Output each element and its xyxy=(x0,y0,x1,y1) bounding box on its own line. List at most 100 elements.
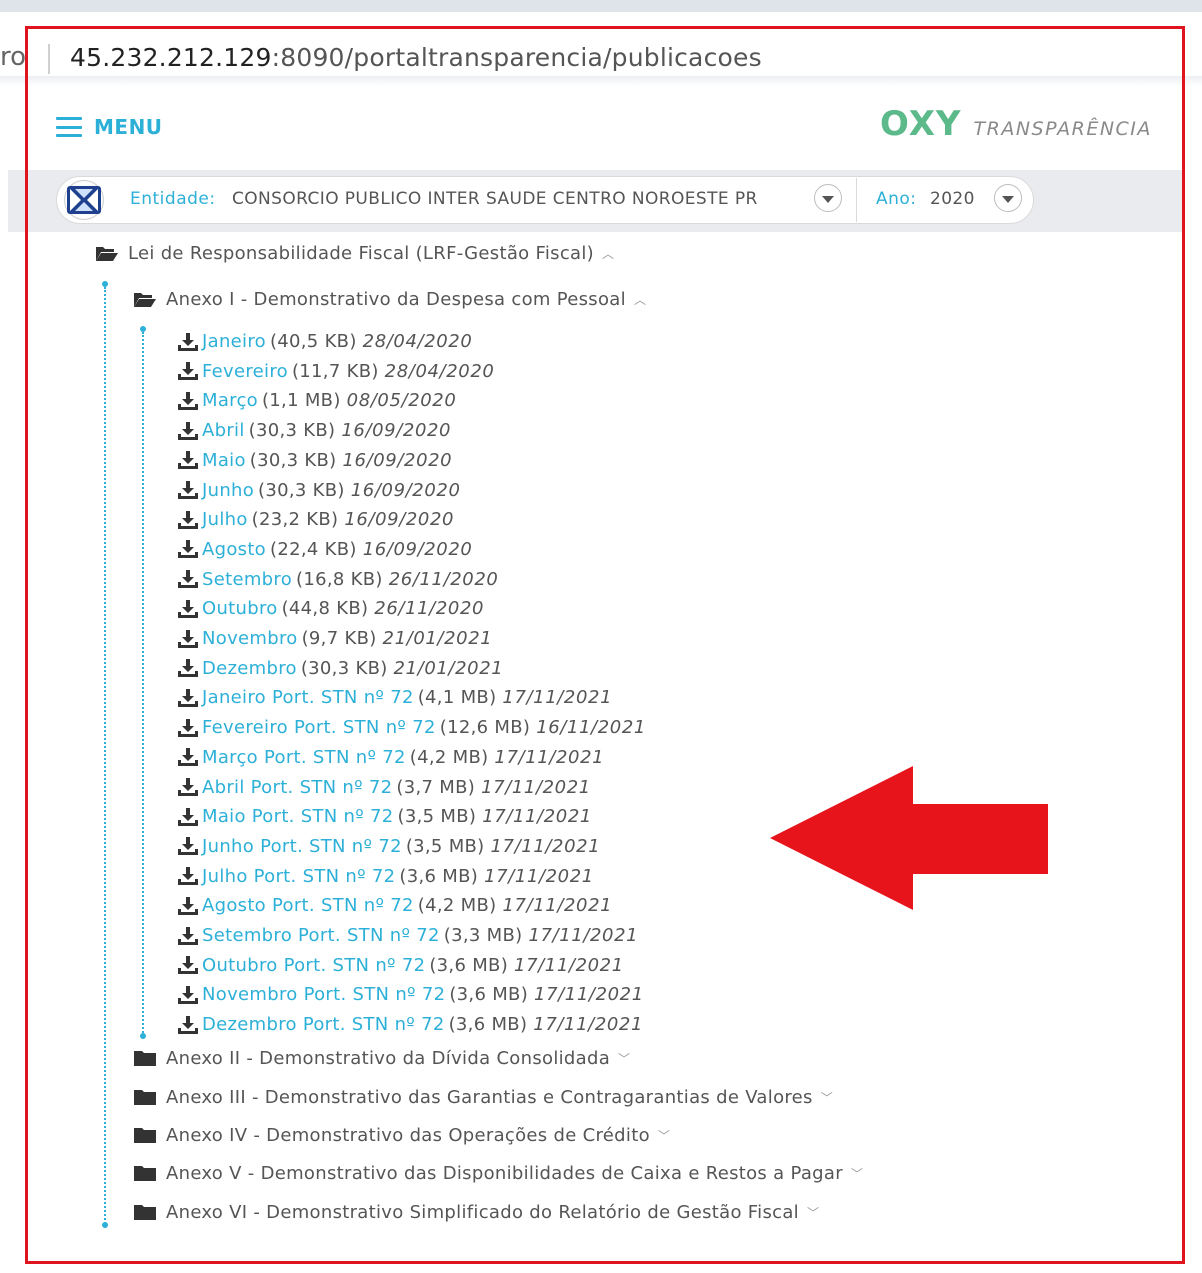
file-row[interactable]: Abril (30,3 KB) 16/09/2020 xyxy=(178,420,451,441)
file-row[interactable]: Julho Port. STN nº 72 (3,6 MB) 17/11/2021 xyxy=(178,866,594,887)
file-link[interactable]: Março xyxy=(202,390,258,411)
download-icon xyxy=(178,778,198,796)
file-link[interactable]: Janeiro Port. STN nº 72 xyxy=(202,687,414,708)
tree-dot xyxy=(102,1222,108,1228)
download-icon xyxy=(178,926,198,945)
file-date: 17/11/2021 xyxy=(481,776,591,798)
file-row[interactable]: Janeiro (40,5 KB) 28/04/2020 xyxy=(178,331,472,352)
file-date: 28/04/2020 xyxy=(384,360,495,382)
folder-icon xyxy=(134,1128,156,1143)
file-link[interactable]: Novembro xyxy=(202,628,298,649)
file-link[interactable]: Julho xyxy=(202,509,248,530)
file-link[interactable]: Dezembro Port. STN nº 72 xyxy=(202,1014,445,1035)
download-icon xyxy=(178,421,198,440)
filter-divider xyxy=(856,178,857,222)
file-row[interactable]: Dezembro Port. STN nº 72 (3,6 MB) 17/11/20… xyxy=(178,1014,643,1035)
file-link[interactable]: Outubro xyxy=(202,598,278,619)
file-row[interactable]: Setembro Port. STN nº 72 (3,3 MB) 17/11/20… xyxy=(178,925,638,946)
file-row[interactable]: Setembro (16,8 KB) 26/11/2020 xyxy=(178,569,498,590)
tree-node-anexo-2[interactable]: Anexo II - Demonstrativo da Dívida Conso… xyxy=(134,1048,630,1069)
file-row[interactable]: Dezembro (30,3 KB) 21/01/2021 xyxy=(178,658,503,679)
file-link[interactable]: Abril Port. STN nº 72 xyxy=(202,777,392,798)
browser-top-strip xyxy=(0,0,1202,12)
file-link[interactable]: Setembro Port. STN nº 72 xyxy=(202,925,440,946)
year-select[interactable]: 2020 xyxy=(930,189,975,209)
file-link[interactable]: Maio Port. STN nº 72 xyxy=(202,806,394,827)
file-date: 17/11/2021 xyxy=(482,806,592,828)
entity-select[interactable]: CONSORCIO PUBLICO INTER SAUDE CENTRO NOR… xyxy=(232,189,758,209)
file-row[interactable]: Outubro (44,8 KB) 26/11/2020 xyxy=(178,598,484,619)
file-row[interactable]: Maio Port. STN nº 72 (3,5 MB) 17/11/2021 xyxy=(178,806,592,827)
file-row[interactable]: Novembro Port. STN nº 72 (3,6 MB) 17/11/20… xyxy=(178,984,644,1005)
tree-node-anexo-6[interactable]: Anexo VI - Demonstrativo Simplificado do… xyxy=(134,1202,819,1223)
file-size: (11,7 KB) xyxy=(291,360,379,382)
tree-node-anexo-5[interactable]: Anexo V - Demonstrativo das Disponibilid… xyxy=(134,1163,863,1184)
file-row[interactable]: Abril Port. STN nº 72 (3,7 MB) 17/11/2021 xyxy=(178,777,591,798)
chevron-down-icon: ﹀ xyxy=(657,1129,671,1143)
file-date: 16/09/2020 xyxy=(341,420,452,442)
file-row[interactable]: Março (1,1 MB) 08/05/2020 xyxy=(178,390,456,411)
entity-dropdown-icon[interactable] xyxy=(814,184,842,212)
file-row[interactable]: Fevereiro (11,7 KB) 28/04/2020 xyxy=(178,361,494,382)
file-size: (3,7 MB) xyxy=(396,776,476,798)
file-row[interactable]: Fevereiro Port. STN nº 72 (12,6 MB) 16/11/… xyxy=(178,717,646,738)
url-text[interactable]: 45.232.212.129:8090/portaltransparencia/… xyxy=(70,43,762,72)
file-row[interactable]: Junho Port. STN nº 72 (3,5 MB) 17/11/2021 xyxy=(178,836,600,857)
file-link[interactable]: Outubro Port. STN nº 72 xyxy=(202,955,425,976)
file-row[interactable]: Novembro (9,7 KB) 21/01/2021 xyxy=(178,628,492,649)
download-icon xyxy=(178,451,198,470)
file-date: 16/11/2021 xyxy=(536,717,646,739)
file-size: (4,2 MB) xyxy=(417,895,497,917)
file-link[interactable]: Março Port. STN nº 72 xyxy=(202,747,406,768)
file-row[interactable]: Março Port. STN nº 72 (4,2 MB) 17/11/2021 xyxy=(178,747,604,768)
file-link[interactable]: Agosto xyxy=(202,539,266,560)
file-link[interactable]: Junho xyxy=(202,480,254,501)
previous-url-fragment: ro xyxy=(0,42,27,72)
file-link[interactable]: Fevereiro xyxy=(202,361,288,382)
file-size: (3,6 MB) xyxy=(399,865,479,887)
file-row[interactable]: Janeiro Port. STN nº 72 (4,1 MB) 17/11/202… xyxy=(178,687,612,708)
file-link[interactable]: Setembro xyxy=(202,569,292,590)
year-dropdown-icon[interactable] xyxy=(994,184,1022,212)
chevron-down-icon: ﹀ xyxy=(618,1052,631,1066)
file-date: 08/05/2020 xyxy=(346,390,457,412)
tree-node-label: Anexo VI - Demonstrativo Simplificado do… xyxy=(166,1202,799,1223)
browser-address-bar[interactable]: ro 45.232.212.129:8090/portaltransparenc… xyxy=(0,12,1202,77)
file-link[interactable]: Novembro Port. STN nº 72 xyxy=(202,984,445,1005)
chevron-down-icon: ﹀ xyxy=(806,1206,820,1220)
chevron-down-icon: ﹀ xyxy=(850,1167,864,1181)
brand-logo: OXY TRANSPARÊNCIA xyxy=(880,104,1152,144)
tree-node-lrf[interactable]: Lei de Responsabilidade Fiscal (LRF-Gest… xyxy=(96,243,614,264)
download-icon xyxy=(178,956,198,975)
file-size: (30,3 KB) xyxy=(300,657,388,679)
file-row[interactable]: Julho (23,2 KB) 16/09/2020 xyxy=(178,509,454,530)
file-row[interactable]: Agosto Port. STN nº 72 (4,2 MB) 17/11/2021 xyxy=(178,895,612,916)
file-link[interactable]: Julho Port. STN nº 72 xyxy=(202,866,395,887)
tree-node-label: Anexo IV - Demonstrativo das Operações d… xyxy=(166,1125,650,1146)
file-link[interactable]: Junho Port. STN nº 72 xyxy=(202,836,402,857)
tree-node-anexo-4[interactable]: Anexo IV - Demonstrativo das Operações d… xyxy=(134,1125,670,1146)
tree-node-label: Anexo V - Demonstrativo das Disponibilid… xyxy=(166,1163,843,1184)
file-size: (3,6 MB) xyxy=(429,954,509,976)
file-size: (9,7 KB) xyxy=(301,628,377,649)
file-date: 16/09/2020 xyxy=(342,449,453,471)
file-link[interactable]: Maio xyxy=(202,450,246,471)
tree-node-label: Lei de Responsabilidade Fiscal (LRF-Gest… xyxy=(128,243,594,264)
file-row[interactable]: Agosto (22,4 KB) 16/09/2020 xyxy=(178,539,472,560)
file-row[interactable]: Outubro Port. STN nº 72 (3,6 MB) 17/11/202… xyxy=(178,955,624,976)
download-icon xyxy=(178,718,198,737)
tree-node-anexo-1[interactable]: Anexo I - Demonstrativo da Despesa com P… xyxy=(134,289,646,310)
file-row[interactable]: Maio (30,3 KB) 16/09/2020 xyxy=(178,450,452,471)
file-link[interactable]: Fevereiro Port. STN nº 72 xyxy=(202,717,436,738)
menu-button[interactable]: MENU xyxy=(56,112,163,142)
tree-node-anexo-3[interactable]: Anexo III - Demonstrativo das Garantias … xyxy=(134,1087,833,1108)
download-icon xyxy=(178,391,198,410)
file-link[interactable]: Dezembro xyxy=(202,658,297,679)
file-size: (16,8 KB) xyxy=(296,568,383,590)
file-link[interactable]: Agosto Port. STN nº 72 xyxy=(202,895,414,916)
file-link[interactable]: Janeiro xyxy=(202,331,266,352)
file-row[interactable]: Junho (30,3 KB) 16/09/2020 xyxy=(178,480,461,501)
download-icon xyxy=(178,599,198,618)
file-link[interactable]: Abril xyxy=(202,420,245,441)
file-size: (4,2 MB) xyxy=(409,746,489,768)
